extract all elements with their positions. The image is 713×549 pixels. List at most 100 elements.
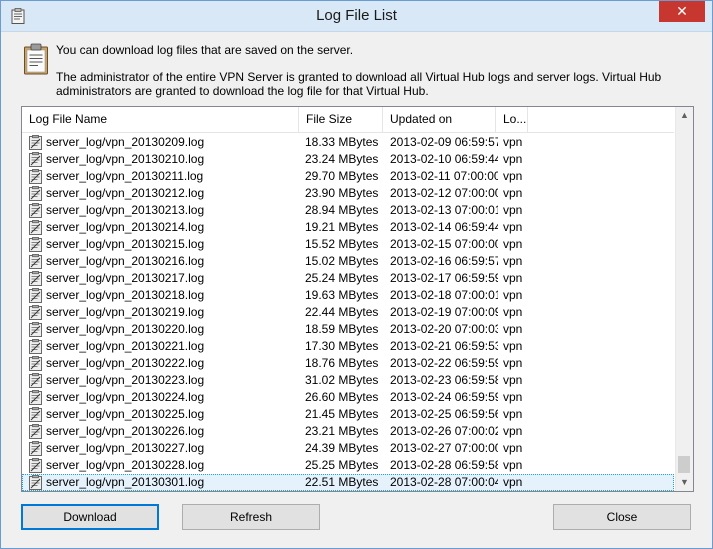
column-header-updated-on[interactable]: Updated on <box>383 107 496 132</box>
cell-log-file-name: server_log/vpn_20130218.log <box>29 287 304 304</box>
log-file-name: server_log/vpn_20130211.log <box>46 169 204 183</box>
cell-file-size: 22.44 MBytes <box>305 305 379 319</box>
log-file-icon <box>29 220 42 235</box>
cell-updated-on: 2013-02-18 07:00:01 <box>390 288 498 302</box>
cell-log-file-name: server_log/vpn_20130211.log <box>29 168 304 185</box>
cell-updated-on: 2013-02-14 06:59:44 <box>390 220 498 234</box>
cell-updated-on: 2013-02-13 07:00:01 <box>390 203 498 217</box>
scroll-down-arrow-icon[interactable]: ▼ <box>676 474 693 491</box>
cell-updated-on: 2013-02-22 06:59:59 <box>390 356 498 370</box>
log-file-name: server_log/vpn_20130216.log <box>46 254 205 268</box>
cell-log-file-name: server_log/vpn_20130222.log <box>29 355 304 372</box>
cell-log-file-name: server_log/vpn_20130226.log <box>29 423 304 440</box>
cell-file-size: 26.60 MBytes <box>305 390 379 404</box>
vertical-scrollbar[interactable]: ▲ ▼ <box>675 107 693 491</box>
log-file-icon <box>29 407 42 422</box>
cell-location: vpn <box>503 305 523 319</box>
log-file-icon <box>29 424 42 439</box>
cell-log-file-name: server_log/vpn_20130212.log <box>29 185 304 202</box>
log-file-icon <box>29 373 42 388</box>
log-file-name: server_log/vpn_20130209.log <box>46 135 205 149</box>
table-row[interactable]: server_log/vpn_20130220.log 18.59 MBytes 2… <box>22 321 674 338</box>
table-row[interactable]: server_log/vpn_20130219.log 22.44 MBytes 2… <box>22 304 674 321</box>
cell-file-size: 25.24 MBytes <box>305 271 379 285</box>
cell-log-file-name: server_log/vpn_20130216.log <box>29 253 304 270</box>
log-file-name: server_log/vpn_20130214.log <box>46 220 205 234</box>
cell-file-size: 15.02 MBytes <box>305 254 379 268</box>
table-row[interactable]: server_log/vpn_20130212.log 23.90 MBytes 2… <box>22 185 674 202</box>
list-header: Log File Name File Size Updated on Lo... <box>22 107 674 133</box>
download-button[interactable]: Download <box>21 504 159 530</box>
cell-location: vpn <box>503 220 523 234</box>
column-header-file-size[interactable]: File Size <box>299 107 383 132</box>
table-row[interactable]: server_log/vpn_20130213.log 28.94 MBytes 2… <box>22 202 674 219</box>
table-row[interactable]: server_log/vpn_20130225.log 21.45 MBytes 2… <box>22 406 674 423</box>
cell-updated-on: 2013-02-10 06:59:44 <box>390 152 498 166</box>
cell-updated-on: 2013-02-19 07:00:09 <box>390 305 498 319</box>
table-row[interactable]: server_log/vpn_20130215.log 15.52 MBytes 2… <box>22 236 674 253</box>
log-file-name: server_log/vpn_20130226.log <box>46 424 205 438</box>
cell-file-size: 18.76 MBytes <box>305 356 379 370</box>
log-file-icon <box>29 271 42 286</box>
table-row[interactable]: server_log/vpn_20130226.log 23.21 MBytes 2… <box>22 423 674 440</box>
log-file-name: server_log/vpn_20130227.log <box>46 441 205 455</box>
table-row[interactable]: server_log/vpn_20130217.log 25.24 MBytes 2… <box>22 270 674 287</box>
log-file-list-dialog: Log File List ✕ You can download log fil… <box>0 0 713 549</box>
table-row[interactable]: server_log/vpn_20130209.log 18.33 MBytes 2… <box>22 134 674 151</box>
window-close-button[interactable]: ✕ <box>659 1 705 22</box>
title-bar: Log File List ✕ <box>1 1 712 32</box>
cell-location: vpn <box>503 254 523 268</box>
log-file-name: server_log/vpn_20130222.log <box>46 356 205 370</box>
log-file-icon <box>29 135 42 150</box>
log-file-icon <box>29 169 42 184</box>
cell-log-file-name: server_log/vpn_20130219.log <box>29 304 304 321</box>
table-row[interactable]: server_log/vpn_20130216.log 15.02 MBytes 2… <box>22 253 674 270</box>
log-file-icon <box>29 356 42 371</box>
cell-updated-on: 2013-02-09 06:59:57 <box>390 135 498 149</box>
log-file-icon <box>29 186 42 201</box>
table-row[interactable]: server_log/vpn_20130221.log 17.30 MBytes 2… <box>22 338 674 355</box>
table-row[interactable]: server_log/vpn_20130228.log 25.25 MBytes 2… <box>22 457 674 474</box>
cell-log-file-name: server_log/vpn_20130217.log <box>29 270 304 287</box>
cell-file-size: 23.24 MBytes <box>305 152 379 166</box>
cell-file-size: 18.59 MBytes <box>305 322 379 336</box>
table-row[interactable]: server_log/vpn_20130214.log 19.21 MBytes 2… <box>22 219 674 236</box>
cell-updated-on: 2013-02-26 07:00:02 <box>390 424 498 438</box>
log-file-list[interactable]: Log File Name File Size Updated on Lo...… <box>21 106 694 492</box>
table-row[interactable]: server_log/vpn_20130218.log 19.63 MBytes 2… <box>22 287 674 304</box>
cell-log-file-name: server_log/vpn_20130223.log <box>29 372 304 389</box>
cell-location: vpn <box>503 322 523 336</box>
list-rows: server_log/vpn_20130209.log 18.33 MBytes 2… <box>22 134 674 491</box>
info-line-3: administrators are granted to download t… <box>56 84 429 98</box>
cell-location: vpn <box>503 458 523 472</box>
log-file-icon <box>29 458 42 473</box>
close-button[interactable]: Close <box>553 504 691 530</box>
cell-location: vpn <box>503 288 523 302</box>
table-row[interactable]: server_log/vpn_20130223.log 31.02 MBytes 2… <box>22 372 674 389</box>
clipboard-info-icon <box>24 43 48 75</box>
cell-location: vpn <box>503 441 523 455</box>
cell-file-size: 22.51 MBytes <box>305 475 379 489</box>
cell-updated-on: 2013-02-24 06:59:59 <box>390 390 498 404</box>
scroll-thumb[interactable] <box>678 456 690 473</box>
table-row[interactable]: server_log/vpn_20130222.log 18.76 MBytes 2… <box>22 355 674 372</box>
log-file-icon <box>29 475 42 490</box>
log-file-name: server_log/vpn_20130221.log <box>46 339 205 353</box>
info-text-block: You can download log files that are save… <box>56 43 696 98</box>
log-file-icon <box>29 288 42 303</box>
cell-updated-on: 2013-02-16 06:59:57 <box>390 254 498 268</box>
table-row[interactable]: server_log/vpn_20130210.log 23.24 MBytes 2… <box>22 151 674 168</box>
log-file-name: server_log/vpn_20130210.log <box>46 152 205 166</box>
cell-log-file-name: server_log/vpn_20130224.log <box>29 389 304 406</box>
scroll-up-arrow-icon[interactable]: ▲ <box>676 107 693 124</box>
table-row[interactable]: server_log/vpn_20130227.log 24.39 MBytes 2… <box>22 440 674 457</box>
log-file-icon <box>29 203 42 218</box>
table-row[interactable]: server_log/vpn_20130211.log 29.70 MBytes 2… <box>22 168 674 185</box>
log-file-name: server_log/vpn_20130220.log <box>46 322 205 336</box>
column-header-log-file-name[interactable]: Log File Name <box>22 107 299 132</box>
cell-location: vpn <box>503 152 523 166</box>
table-row[interactable]: server_log/vpn_20130301.log 22.51 MBytes 2… <box>22 474 674 491</box>
column-header-location[interactable]: Lo... <box>496 107 528 132</box>
refresh-button[interactable]: Refresh <box>182 504 320 530</box>
table-row[interactable]: server_log/vpn_20130224.log 26.60 MBytes 2… <box>22 389 674 406</box>
